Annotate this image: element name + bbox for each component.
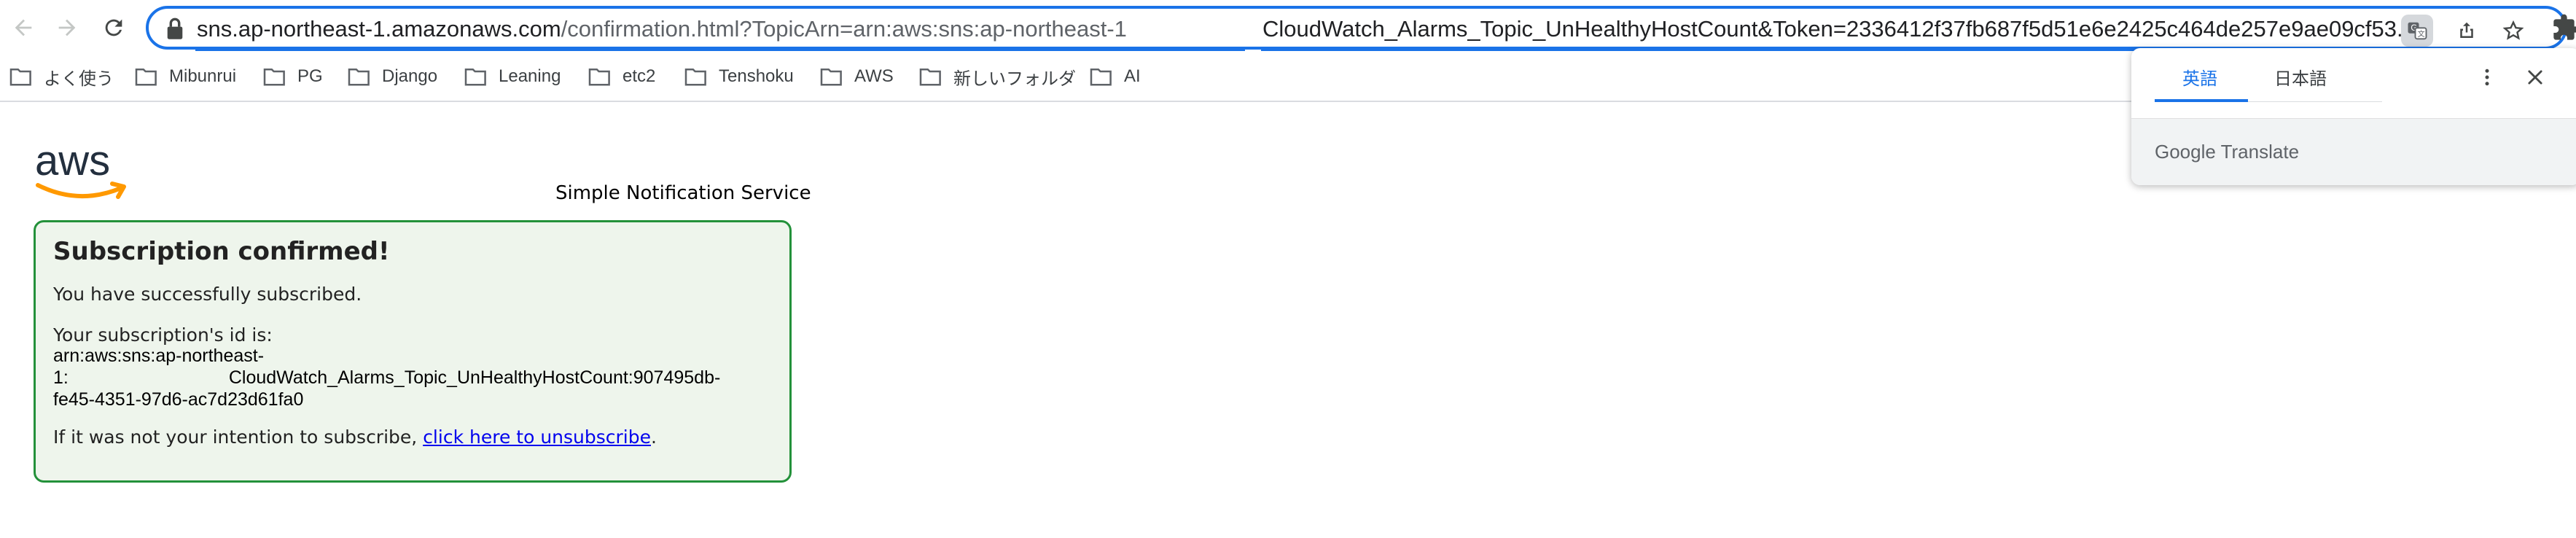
forward-icon <box>58 19 76 36</box>
bookmark-folder[interactable]: よく使う <box>9 58 114 95</box>
translate-button[interactable]: G文 <box>2401 15 2433 47</box>
google-wordmark: Google <box>2155 141 2216 163</box>
unsubscribe-text: If it was not your intention to subscrib… <box>53 426 657 448</box>
bookmark-label: PG <box>297 66 323 86</box>
reload-button[interactable] <box>93 7 134 48</box>
unsubscribe-link[interactable]: click here to unsubscribe <box>423 426 651 448</box>
folder-icon <box>263 68 285 86</box>
bookmark-label: よく使う <box>44 69 114 89</box>
back-icon <box>15 19 32 36</box>
url-highlight-left <box>195 48 1245 51</box>
bookmark-folder[interactable]: AWS <box>819 58 894 95</box>
bookmark-folder[interactable]: Tenshoku <box>684 58 794 95</box>
bookmark-star-button[interactable] <box>2497 15 2529 47</box>
aws-logo-text: aws <box>35 137 110 184</box>
bookmark-label: AI <box>1124 66 1141 86</box>
bookmark-label: Tenshoku <box>719 66 794 86</box>
folder-icon <box>919 68 941 86</box>
unsubscribe-prefix: If it was not your intention to subscrib… <box>53 426 424 448</box>
translate-popup: 英語 日本語 Google Translate <box>2131 48 2576 185</box>
tab-source-language[interactable]: 英語 <box>2182 64 2217 90</box>
arn-line2-prefix: 1: <box>53 367 69 388</box>
tab-target-language[interactable]: 日本語 <box>2274 64 2327 90</box>
folder-icon <box>464 68 486 86</box>
svg-text:文: 文 <box>2418 29 2425 39</box>
back-button[interactable] <box>3 7 44 48</box>
address-bar[interactable]: sns.ap-northeast-1.amazonaws.com/confirm… <box>146 6 2567 51</box>
url-tail: CloudWatch_Alarms_Topic_UnHealthyHostCou… <box>1262 16 2416 42</box>
bookmark-folder[interactable]: Mibunrui <box>134 58 236 95</box>
lock-icon[interactable] <box>165 17 185 41</box>
subscription-arn-line1: arn:aws:sns:ap-northeast- <box>53 346 265 366</box>
browser-toolbar: sns.ap-northeast-1.amazonaws.com/confirm… <box>0 0 2576 55</box>
subscription-arn-line3: fe45-4351-97d6-ac7d23d61fa0 <box>53 389 304 410</box>
url-text[interactable]: sns.ap-northeast-1.amazonaws.com/confirm… <box>197 15 1127 44</box>
service-name: Simple Notification Service <box>555 182 811 204</box>
bookmark-folder[interactable]: 新しいフォルダ <box>918 58 1076 95</box>
bookmark-label: AWS <box>854 66 894 86</box>
forward-button[interactable] <box>47 7 87 48</box>
more-vert-icon <box>2485 69 2489 86</box>
translate-wordmark: Translate <box>2220 141 2300 163</box>
bookmark-folder[interactable]: etc2 <box>588 58 655 95</box>
subscription-arn-line2: 1: CloudWatch_Alarms_Topic_UnHealthyHostC… <box>53 367 720 389</box>
bookmark-folder[interactable]: AI <box>1089 58 1141 95</box>
url-host: sns.ap-northeast-1.amazonaws.com <box>197 16 561 42</box>
redacted-region <box>68 369 229 389</box>
share-button[interactable] <box>2451 15 2483 47</box>
aws-logo: aws <box>35 137 126 199</box>
star-icon <box>2502 20 2524 40</box>
bookmark-label: Leaning <box>499 66 561 86</box>
folder-icon <box>1090 68 1112 86</box>
google-translate-brand: Google Translate <box>2155 141 2299 163</box>
close-icon <box>2528 70 2542 85</box>
arn-line2-suffix: CloudWatch_Alarms_Topic_UnHealthyHostCou… <box>228 367 721 388</box>
folder-icon <box>588 68 610 86</box>
folder-icon <box>9 68 31 86</box>
translate-icon: G文 <box>2408 22 2427 40</box>
bookmark-folder[interactable]: PG <box>262 58 323 95</box>
bookmark-folder[interactable]: Django <box>347 58 437 95</box>
bookmark-label: Mibunrui <box>169 66 237 86</box>
folder-icon <box>348 68 370 86</box>
translate-popup-footer: Google Translate <box>2131 118 2576 185</box>
unsubscribe-suffix: . <box>651 426 657 448</box>
reload-icon <box>105 19 122 36</box>
confirmation-heading: Subscription confirmed! <box>53 237 390 266</box>
bookmark-label: Django <box>382 66 438 86</box>
extensions-icon[interactable] <box>2551 13 2576 42</box>
success-message: You have successfully subscribed. <box>53 284 362 305</box>
bookmark-label: etc2 <box>622 66 656 86</box>
folder-icon <box>820 68 842 86</box>
folder-icon <box>684 68 706 86</box>
confirmation-panel: Subscription confirmed! You have success… <box>34 220 792 483</box>
subscription-id-label: Your subscription's id is: <box>53 324 273 346</box>
tab-active-indicator <box>2155 99 2248 102</box>
folder-icon <box>135 68 157 86</box>
bookmark-folder[interactable]: Leaning <box>464 58 561 95</box>
close-popup-button[interactable] <box>2519 61 2551 93</box>
more-options-button[interactable] <box>2471 61 2503 93</box>
bookmark-label: 新しいフォルダ <box>953 69 1076 89</box>
share-icon <box>2460 22 2473 38</box>
url-path: /confirmation.html?TopicArn=arn:aws:sns:… <box>561 16 1127 42</box>
